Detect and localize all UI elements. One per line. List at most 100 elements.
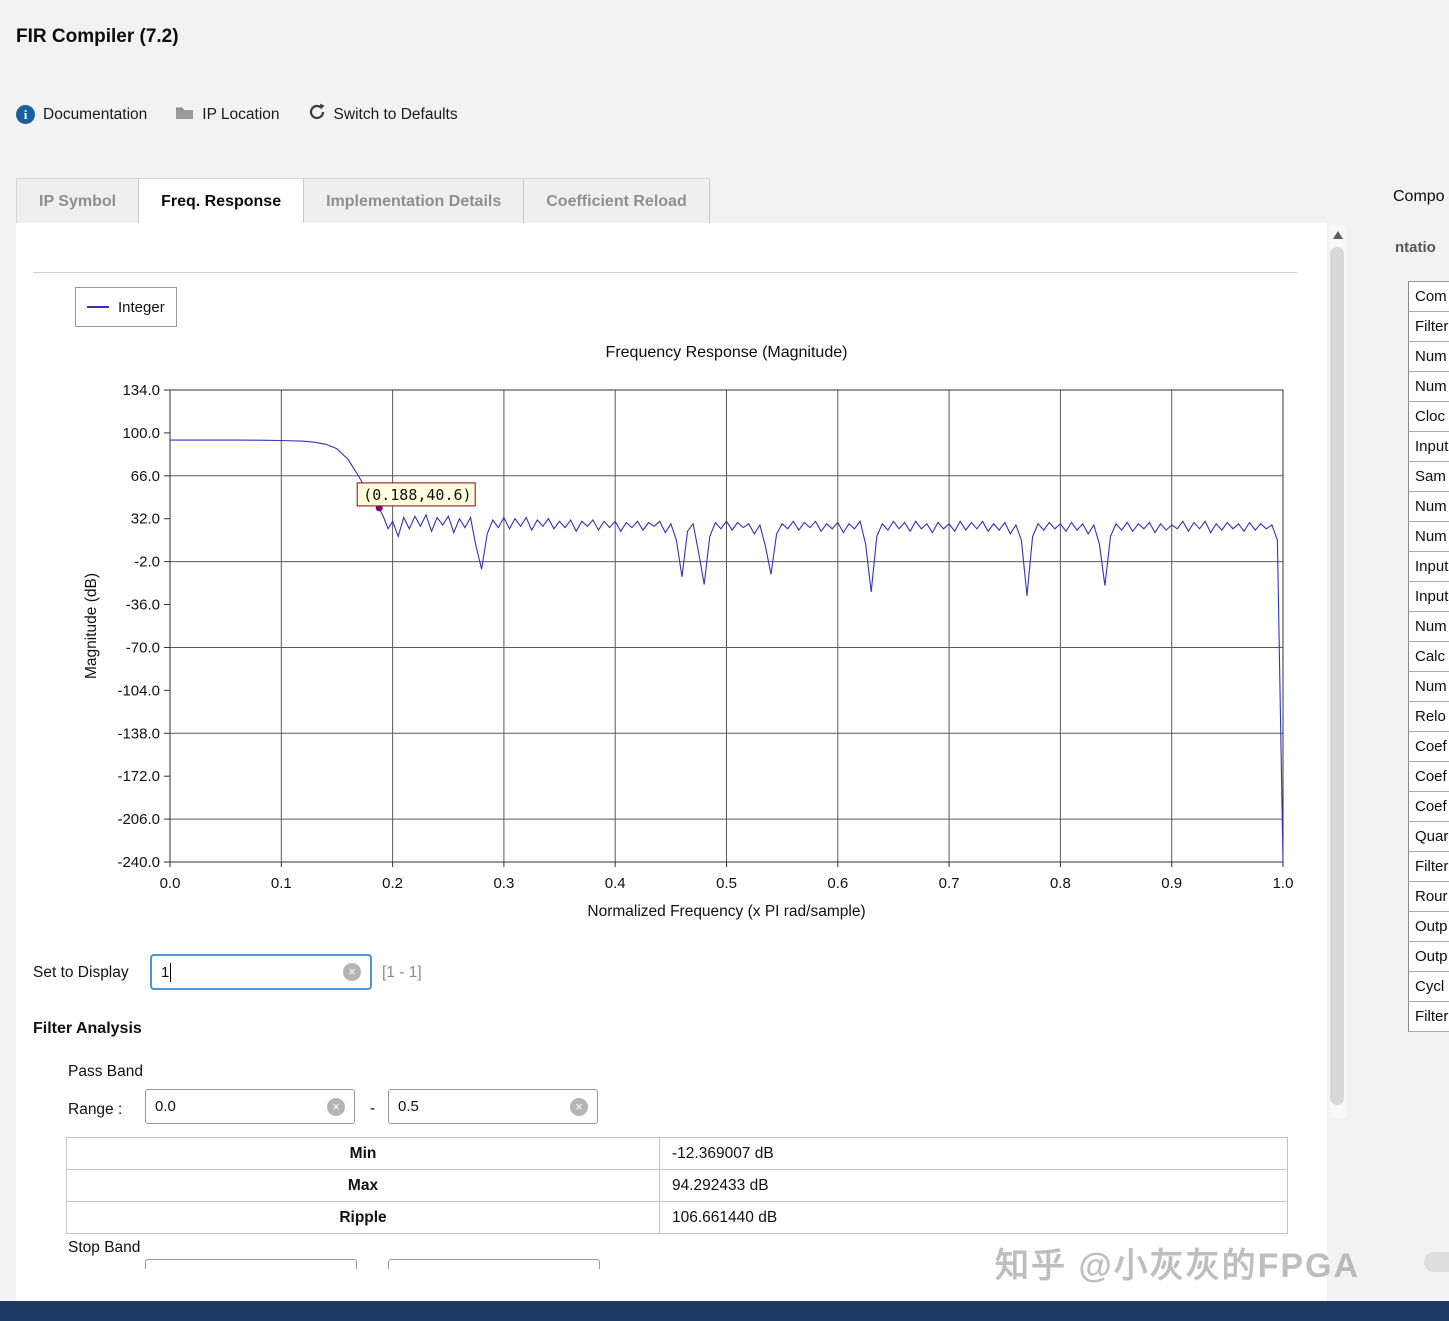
svg-text:0.3: 0.3 [493, 875, 514, 892]
fir-compiler-window: FIR Compiler (7.2) i Documentation IP Lo… [0, 0, 1449, 1321]
analysis-result-name: Min [66, 1137, 660, 1170]
toolbar: i Documentation IP Location Switch to De… [16, 103, 458, 126]
display-range-hint: [1 - 1] [382, 964, 422, 981]
config-table-row: Quar [1408, 822, 1449, 852]
svg-text:-70.0: -70.0 [126, 640, 160, 657]
config-table-row: Cycl [1408, 972, 1449, 1002]
legend-label: Integer [118, 298, 165, 316]
svg-text:-2.0: -2.0 [134, 554, 160, 571]
svg-text:0.4: 0.4 [605, 875, 626, 892]
pass-band-to-input[interactable]: 0.5 × [388, 1089, 598, 1124]
config-table-row: Num [1408, 522, 1449, 552]
config-table-row: Filter [1408, 312, 1449, 342]
config-table-row: Num [1408, 342, 1449, 372]
config-table-row: Sam [1408, 462, 1449, 492]
analysis-result-row: Min -12.369007 dB [66, 1137, 1288, 1170]
pass-band-from-value: 0.0 [155, 1098, 176, 1115]
tab-implementation-details[interactable]: Implementation Details [304, 178, 525, 223]
svg-text:0.1: 0.1 [271, 875, 292, 892]
config-table-row: Filter [1408, 1002, 1449, 1032]
svg-text:-36.0: -36.0 [126, 597, 160, 614]
pass-band-from-input[interactable]: 0.0 × [145, 1089, 355, 1124]
component-config-table: Com Filter Num Num Cloc Input Sam Num Num Input In… [1408, 281, 1449, 1032]
config-table-row: Rour [1408, 882, 1449, 912]
svg-text:0.5: 0.5 [716, 875, 737, 892]
range-separator: - [370, 1100, 376, 1117]
config-table-row: Coef [1408, 792, 1449, 822]
bottom-bar [0, 1301, 1449, 1321]
svg-text:-172.0: -172.0 [117, 768, 160, 785]
set-to-display-input[interactable]: 1 × [150, 954, 372, 990]
set-to-display-value: 1 [161, 963, 170, 981]
config-table-row: Num [1408, 612, 1449, 642]
svg-text:0.0: 0.0 [160, 875, 181, 892]
svg-text:-138.0: -138.0 [117, 725, 160, 742]
config-table-row: Input [1408, 432, 1449, 462]
range-label: Range : [68, 1101, 123, 1118]
svg-text:1.0: 1.0 [1273, 875, 1294, 892]
config-table-row: Num [1408, 492, 1449, 522]
tab-coefficient-reload[interactable]: Coefficient Reload [524, 178, 710, 223]
config-table-row: Input [1408, 582, 1449, 612]
documentation-link[interactable]: i Documentation [16, 105, 147, 124]
analysis-result-value: -12.369007 dB [659, 1137, 1288, 1170]
svg-text:100.0: 100.0 [122, 425, 160, 442]
frequency-response-chart[interactable]: 0.0 0.1 0.2 0.3 0.4 0.5 0.6 0.7 0.8 0.9 1.0 134.0 10… [106, 373, 1311, 908]
y-axis-label: Magnitude (dB) [83, 573, 100, 679]
config-table-row: Filter [1408, 852, 1449, 882]
text-caret [170, 962, 172, 982]
analysis-result-value: 94.292433 dB [659, 1169, 1288, 1202]
svg-text:0.2: 0.2 [382, 875, 403, 892]
config-table-row: Coef [1408, 732, 1449, 762]
x-axis-label: Normalized Frequency (x PI rad/sample) [587, 903, 866, 920]
documentation-label: Documentation [43, 105, 148, 123]
stop-band-to-input[interactable] [388, 1259, 600, 1269]
config-table-row: Outp [1408, 912, 1449, 942]
clear-icon[interactable]: × [343, 963, 361, 981]
watermark-pill [1424, 1252, 1449, 1272]
switch-to-defaults-link[interactable]: Switch to Defaults [308, 103, 458, 126]
legend-line-swatch [87, 306, 109, 308]
page-title: FIR Compiler (7.2) [16, 26, 179, 47]
svg-text:0.9: 0.9 [1161, 875, 1182, 892]
tab-freq-response[interactable]: Freq. Response [139, 178, 305, 223]
watermark: 知乎 @小灰灰的FPGA [995, 1247, 1361, 1285]
config-table-row: Input [1408, 552, 1449, 582]
config-table-row: Cloc [1408, 402, 1449, 432]
clear-icon[interactable]: × [327, 1097, 345, 1116]
ip-location-link[interactable]: IP Location [175, 105, 280, 125]
freq-response-panel: Integer Frequency Response (Magnitude) M… [16, 223, 1327, 1301]
scrollbar-up-arrow-icon[interactable] [1333, 231, 1343, 239]
refresh-icon [308, 103, 326, 126]
analysis-result-name: Ripple [66, 1201, 660, 1234]
config-table-row: Relo [1408, 702, 1449, 732]
config-table-row: Calc [1408, 642, 1449, 672]
pass-band-results-table: Min -12.369007 dB Max 94.292433 dB Ripple 106… [66, 1137, 1288, 1234]
svg-text:32.0: 32.0 [131, 511, 160, 528]
chart-title: Frequency Response (Magnitude) [605, 344, 848, 361]
right-panel-subheader: ntatio [1395, 239, 1436, 256]
panel-divider [33, 272, 1297, 273]
config-table-row: Outp [1408, 942, 1449, 972]
tab-ip-symbol[interactable]: IP Symbol [16, 178, 140, 223]
folder-icon [175, 105, 194, 125]
svg-text:134.0: 134.0 [122, 382, 160, 399]
analysis-result-row: Ripple 106.661440 dB [66, 1201, 1288, 1234]
tab-bar: IP Symbol Freq. Response Implementation De… [16, 178, 710, 223]
svg-text:66.0: 66.0 [131, 468, 160, 485]
pass-band-to-value: 0.5 [398, 1098, 419, 1115]
scrollbar-thumb[interactable] [1330, 247, 1344, 1105]
stop-band-from-input[interactable] [145, 1259, 357, 1269]
svg-text:0.7: 0.7 [939, 875, 960, 892]
ip-location-label: IP Location [202, 105, 280, 123]
clear-icon[interactable]: × [570, 1097, 588, 1116]
analysis-result-row: Max 94.292433 dB [66, 1169, 1288, 1202]
pass-band-label: Pass Band [68, 1063, 143, 1080]
svg-text:0.6: 0.6 [827, 875, 848, 892]
svg-text:-206.0: -206.0 [117, 811, 160, 828]
svg-text:-240.0: -240.0 [117, 854, 160, 871]
switch-to-defaults-label: Switch to Defaults [333, 105, 458, 123]
config-table-row: Num [1408, 672, 1449, 702]
filter-analysis-heading: Filter Analysis [33, 1020, 142, 1037]
config-table-row: Num [1408, 372, 1449, 402]
